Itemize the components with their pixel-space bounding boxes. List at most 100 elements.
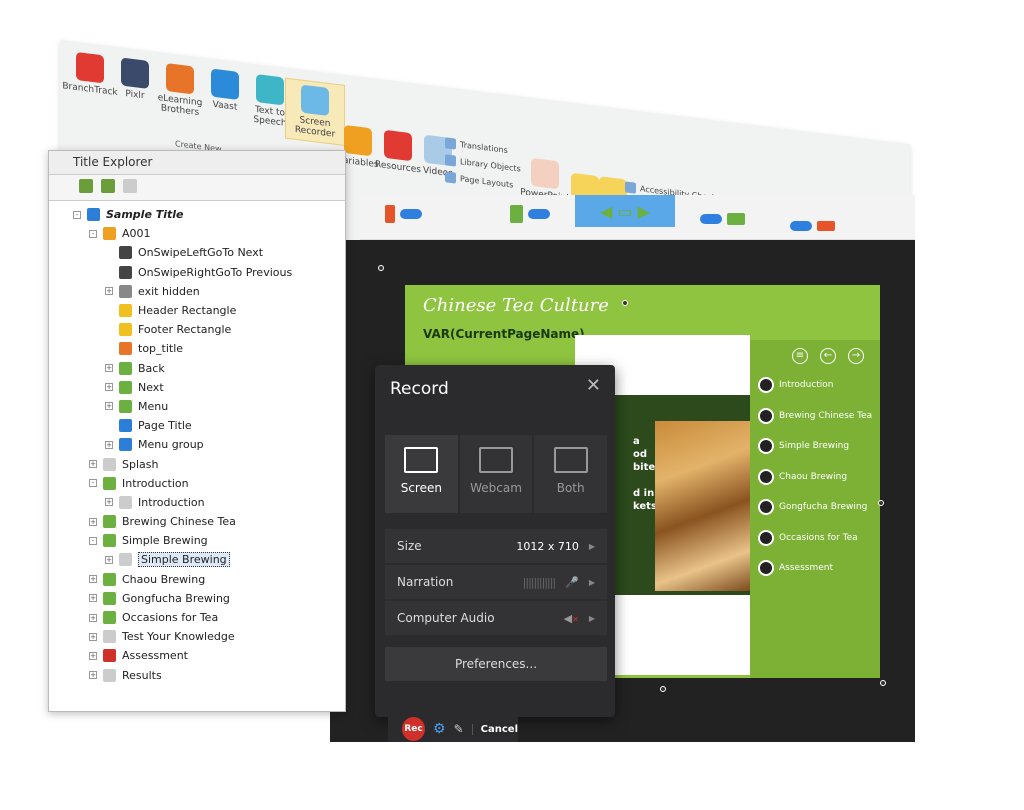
close-icon[interactable]: ✕ [586,375,601,396]
tree-node[interactable]: Footer Rectangle [49,320,345,339]
bullet-icon [758,468,774,485]
tree-node[interactable]: OnSwipeRightGoTo Previous [49,263,345,282]
slide-menu-item[interactable]: Gongfucha Brewing [750,492,880,523]
tree-node[interactable]: + Back [49,359,345,378]
mode-label: Webcam [470,481,522,495]
tree-node[interactable]: + Menu [49,397,345,416]
tree-node[interactable]: + Introduction [49,493,345,512]
expand-icon[interactable]: + [89,460,97,469]
collapse-icon[interactable]: - [89,229,97,238]
expand-icon[interactable]: + [89,651,97,660]
ribbon-icon [301,84,329,117]
tree-node[interactable]: Header Rectangle [49,301,345,320]
add-chapter-icon[interactable] [101,179,115,193]
expand-icon[interactable]: + [105,383,113,392]
tree-node[interactable]: + Occasions for Tea [49,608,345,627]
expand-icon[interactable]: + [89,575,97,584]
tree-node[interactable]: + Assessment [49,646,345,665]
slide-menu-item[interactable]: Occasions for Tea [750,523,880,554]
resize-handle[interactable] [622,300,628,306]
slide-menu-item[interactable]: Brewing Chinese Tea [750,401,880,432]
collapse-icon[interactable]: - [89,479,97,488]
node-label: exit hidden [138,284,200,298]
resize-handle[interactable] [878,500,884,506]
tree-node[interactable]: + Test Your Knowledge [49,627,345,646]
phone-toggle[interactable] [385,205,422,223]
microphone-icon: 🎤 [565,575,579,589]
phone-landscape-toggle[interactable] [790,221,835,231]
slide-menu-item[interactable]: Introduction [750,370,880,401]
expand-icon[interactable]: + [105,555,113,564]
tree-node[interactable]: top_title [49,339,345,358]
expand-icon[interactable]: + [89,613,97,622]
mode-both[interactable]: Both [534,435,608,513]
tree-node[interactable]: + Brewing Chinese Tea [49,512,345,531]
slide-menu-item[interactable]: Chaou Brewing [750,462,880,493]
level-meter: |||||||||||| [522,575,556,589]
desktop-selected[interactable]: ◀ ▭ ▶ [575,195,675,227]
tablet-toggle[interactable] [510,205,550,223]
small-icon [445,171,456,184]
expand-icon[interactable]: + [105,402,113,411]
expand-icon[interactable]: + [105,364,113,373]
bullet-icon [758,499,774,516]
cancel-button[interactable]: Cancel [471,723,518,735]
size-label: Size [397,539,422,553]
node-type-icon [103,668,116,682]
narration-row[interactable]: Narration |||||||||||| 🎤 ▶ [385,565,607,599]
mode-webcam[interactable]: Webcam [459,435,533,513]
resize-handle[interactable] [660,686,666,692]
expand-icon[interactable]: + [89,594,97,603]
add-section-icon[interactable] [123,179,137,193]
toggle[interactable] [528,209,550,219]
tree-node[interactable]: - Sample Title [49,205,345,224]
menu-item-label: Chaou Brewing [779,471,848,482]
node-type-icon [119,323,132,337]
tree-node[interactable]: + exit hidden [49,282,345,301]
node-label: Back [138,361,165,375]
tree-node[interactable]: + Simple Brewing [49,550,345,569]
gear-icon[interactable]: ⚙ [433,721,446,737]
tree-node[interactable]: + Splash [49,454,345,473]
menu-icon[interactable]: ≡ [792,348,808,364]
node-label: top_title [138,342,184,356]
preferences-button[interactable]: Preferences... [385,647,607,681]
slide-menu-item[interactable]: Simple Brewing [750,431,880,462]
slide-menu-item[interactable]: Assessment [750,553,880,584]
tree-node[interactable]: + Gongfucha Brewing [49,589,345,608]
pencil-icon[interactable]: ✎ [454,722,464,736]
bullet-icon [758,438,774,455]
add-page-icon[interactable] [79,179,93,193]
back-arrow-icon[interactable]: ← [820,348,836,364]
rec-button[interactable]: Rec [402,717,426,741]
expand-icon[interactable]: + [105,287,113,296]
computer-audio-row[interactable]: Computer Audio ◀✕ ▶ [385,601,607,635]
tree-node[interactable]: - Simple Brewing [49,531,345,550]
tree-node[interactable]: + Menu group [49,435,345,454]
tree-node[interactable]: + Chaou Brewing [49,570,345,589]
tree-node[interactable]: - A001 [49,224,345,243]
size-row[interactable]: Size 1012 x 710 ▶ [385,529,607,563]
collapse-icon[interactable]: - [73,210,81,219]
expand-icon[interactable]: + [105,440,113,449]
expand-icon[interactable]: + [89,671,97,680]
mode-screen[interactable]: Screen [385,435,458,513]
tree-node[interactable]: + Next [49,378,345,397]
tablet-landscape-toggle[interactable] [700,213,745,225]
expand-icon[interactable]: + [89,517,97,526]
next-arrow-icon[interactable]: → [848,348,864,364]
toggle[interactable] [790,221,812,231]
expand-icon[interactable]: + [105,498,113,507]
tree-node[interactable]: - Introduction [49,474,345,493]
resize-handle[interactable] [378,265,384,271]
expand-icon[interactable]: + [89,632,97,641]
tree-node[interactable]: Page Title [49,416,345,435]
tree-node[interactable]: + Results [49,666,345,685]
resize-handle[interactable] [880,680,886,686]
toggle[interactable] [400,209,422,219]
mode-label: Both [556,481,585,495]
toggle[interactable] [700,214,722,224]
collapse-icon[interactable]: - [89,536,97,545]
ribbon-small-button[interactable]: Page Layouts [445,171,513,190]
tree-node[interactable]: OnSwipeLeftGoTo Next [49,243,345,262]
